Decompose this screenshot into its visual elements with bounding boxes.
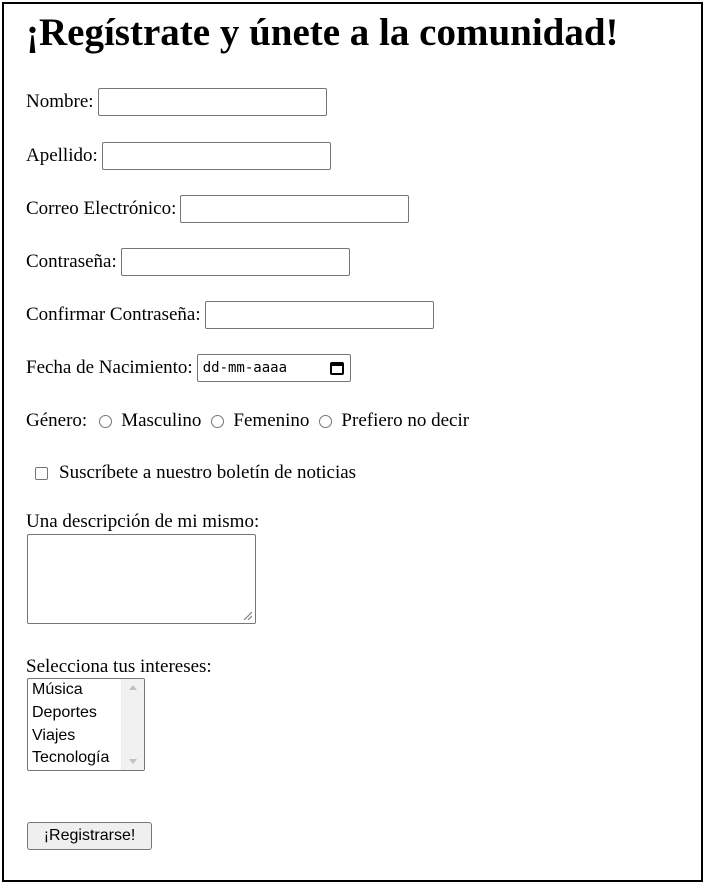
genero-label: Género: [26,410,88,431]
fecha-label: Fecha de Nacimiento: [26,357,193,378]
nombre-input[interactable] [97,88,327,116]
page-title: ¡Regístrate y únete a la comunidad! [26,11,619,54]
radio-prefiero-no-decir-label: Prefiero no decir [341,410,470,431]
correo-row: Correo Electrónico: [26,195,410,223]
nombre-label: Nombre: [26,91,94,112]
genero-row: Género: Masculino Femenino Prefiero no d… [26,409,469,433]
confirmar-row: Confirmar Contraseña: [26,301,434,329]
boletin-checkbox[interactable] [35,466,48,480]
intereses-scrollbar[interactable] [121,679,144,770]
confirmar-input[interactable] [204,301,434,329]
contrasena-input[interactable] [120,248,350,276]
resize-grip-icon[interactable] [243,611,252,620]
radio-masculino-label: Masculino [121,410,202,431]
scroll-up-icon[interactable] [129,685,137,690]
radio-femenino[interactable] [211,414,225,428]
scroll-down-icon[interactable] [129,759,137,764]
fecha-placeholder: dd-mm-aaaa [202,360,288,376]
apellido-label: Apellido: [26,145,98,166]
boletin-label: Suscríbete a nuestro boletín de noticias [59,462,357,483]
contrasena-row: Contraseña: [26,248,350,276]
submit-button[interactable]: ¡Registrarse! [27,822,152,850]
boletin-row: Suscríbete a nuestro boletín de noticias [26,461,356,485]
fecha-input[interactable]: dd-mm-aaaa [196,354,351,382]
radio-masculino[interactable] [99,414,113,428]
apellido-row: Apellido: [26,142,331,170]
intereses-label: Selecciona tus intereses: [26,656,212,677]
apellido-input[interactable] [101,142,331,170]
intereses-label-row: Selecciona tus intereses: [26,655,212,679]
descripcion-textarea[interactable] [27,534,256,624]
intereses-listbox[interactable]: Música Deportes Viajes Tecnología [27,678,145,771]
contrasena-label: Contraseña: [26,251,117,272]
radio-femenino-label: Femenino [233,410,310,431]
radio-prefiero-no-decir[interactable] [319,414,333,428]
correo-label: Correo Electrónico: [26,198,177,219]
fecha-row: Fecha de Nacimiento: dd-mm-aaaa [26,354,351,382]
descripcion-label: Una descripción de mi mismo: [26,511,260,532]
nombre-row: Nombre: [26,88,327,116]
confirmar-label: Confirmar Contraseña: [26,304,201,325]
correo-input[interactable] [180,195,410,223]
calendar-icon[interactable] [329,361,344,375]
descripcion-label-row: Una descripción de mi mismo: [26,510,259,534]
